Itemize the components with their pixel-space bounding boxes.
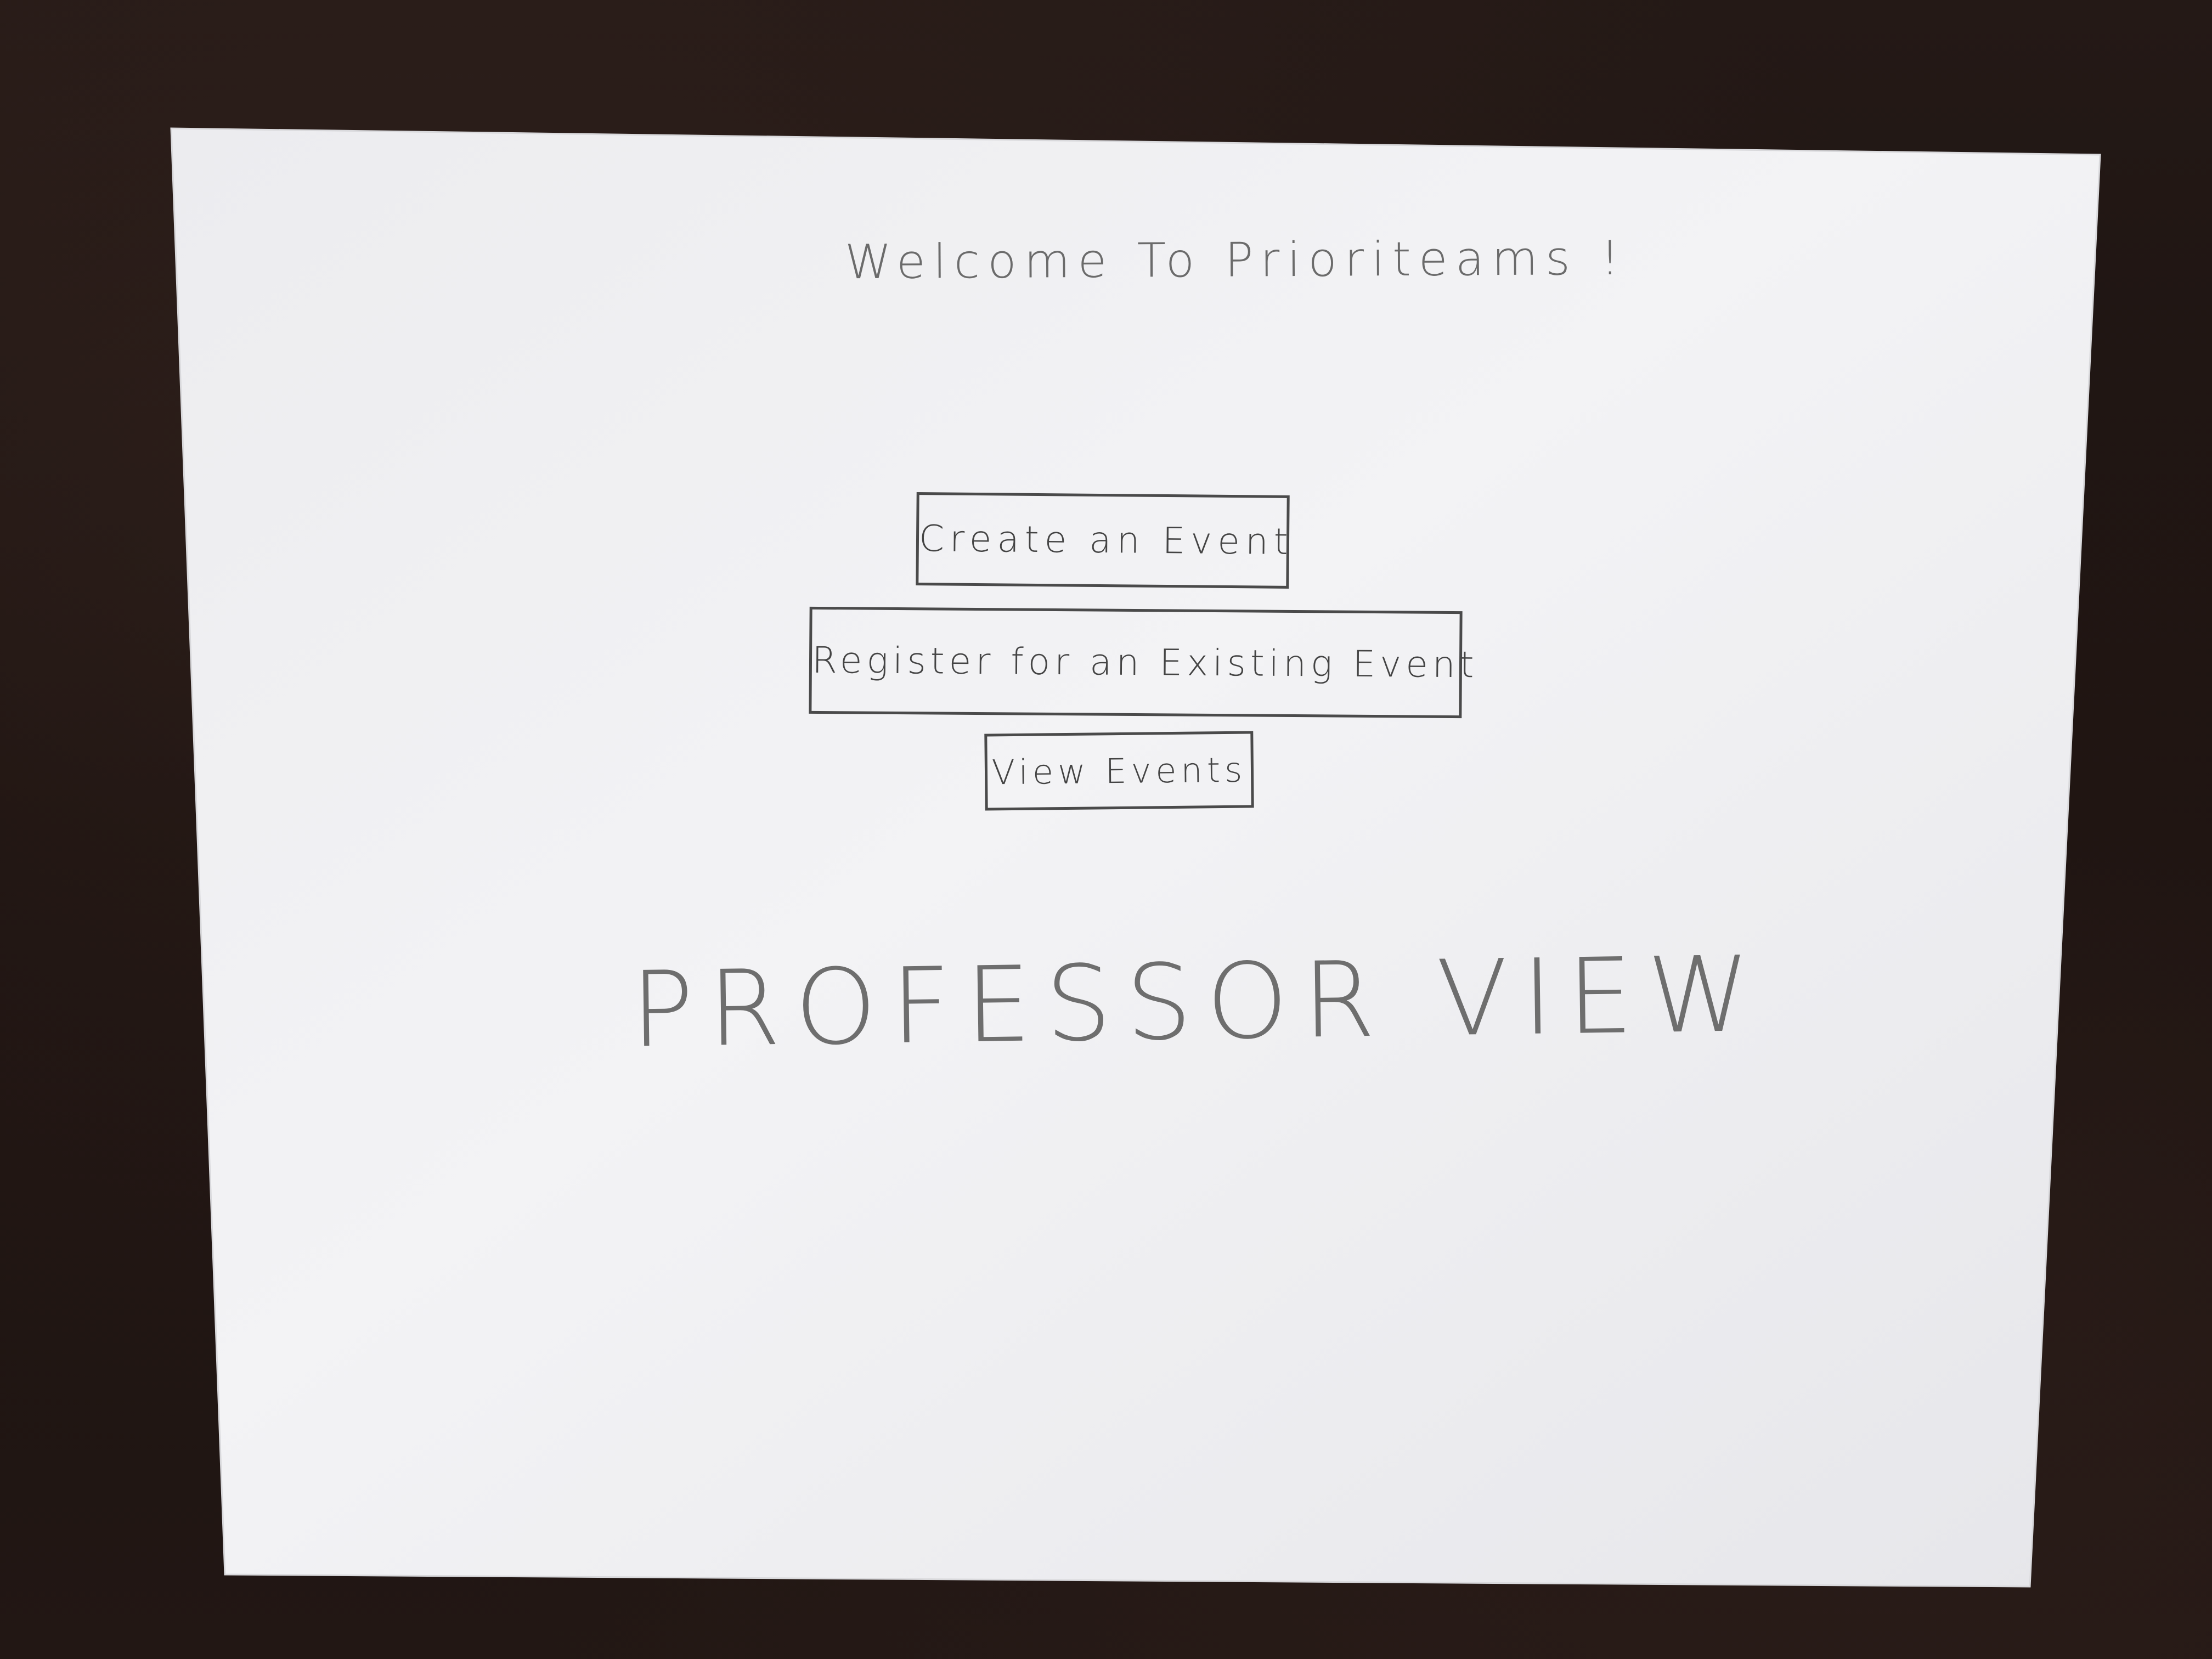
page-title: Welcome To Prioriteams ! [844,230,1628,290]
view-mode-label: PROFESSOR VIEW [630,933,1765,1071]
view-events-button[interactable]: View Events [984,731,1254,811]
create-event-button[interactable]: Create an Event [916,492,1294,589]
register-event-button[interactable]: Register for an Existing Event [809,606,1479,719]
